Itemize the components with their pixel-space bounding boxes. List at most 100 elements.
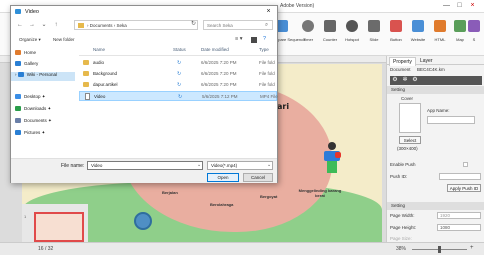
new-folder-button[interactable]: New folder — [53, 37, 75, 42]
page-indicator: 16 / 32 — [38, 246, 54, 252]
enable-push-checkbox[interactable] — [463, 162, 468, 167]
maximize-button[interactable]: □ — [453, 1, 466, 11]
file-date: 5/6/2025 7:12 PM — [202, 94, 238, 99]
cog-icon[interactable]: ⚙ — [410, 76, 420, 85]
documents-icon — [15, 118, 21, 123]
organize-button[interactable]: Organize ▾ — [19, 37, 41, 43]
sidebar-item-desktop[interactable]: Desktop ✦ — [15, 94, 46, 100]
ribbon-slide-button[interactable]: Slide — [364, 16, 384, 52]
preview-pane-icon[interactable] — [251, 37, 257, 43]
file-list: Name Status Date modified Type audio ↻ 6… — [79, 46, 278, 158]
video-file-icon — [85, 93, 90, 100]
file-name: Video — [94, 94, 106, 99]
address-bar[interactable]: › Documents › Seka ⌄ — [74, 20, 245, 30]
minimize-button[interactable]: — — [440, 1, 453, 11]
chevron-down-icon[interactable]: ⌄ — [197, 162, 201, 168]
column-header-type[interactable]: Type — [259, 47, 269, 52]
column-header-date[interactable]: Date modified — [201, 47, 229, 52]
chevron-down-icon[interactable]: ⌄ — [267, 162, 271, 168]
file-type: File fold — [259, 82, 275, 87]
page-height-input[interactable]: 1080 — [437, 224, 481, 231]
select-button[interactable]: Select — [399, 136, 421, 144]
file-type-select[interactable]: Video(*.mp4) — [207, 161, 273, 170]
sidebar-item-home[interactable]: Home — [15, 50, 36, 55]
pin-icon: ✦ — [41, 130, 46, 135]
ribbon-website-button[interactable]: Website — [408, 16, 428, 52]
app-name-label: App Name: — [427, 108, 450, 113]
apply-push-button[interactable]: Apply Push ID — [447, 184, 481, 192]
cover-image-box[interactable] — [399, 103, 421, 133]
column-header-name[interactable]: Name — [93, 47, 105, 52]
cancel-button[interactable]: Cancel — [243, 173, 273, 182]
document-value: BEC4C4K.km — [417, 67, 445, 72]
file-name-input[interactable]: Video — [87, 161, 203, 170]
ribbon-button-button[interactable]: Button — [386, 16, 406, 52]
file-row-selected[interactable]: Video ↻ 5/6/2025 7:12 PM MP4 File — [79, 91, 278, 101]
sync-icon: ↻ — [178, 94, 183, 100]
push-id-input[interactable] — [439, 173, 481, 180]
slide-thumbnail[interactable] — [34, 212, 84, 242]
setting-header[interactable]: Setting — [387, 202, 484, 210]
document-label: Document — [390, 67, 411, 72]
gear-icon[interactable]: ⚙ — [390, 76, 400, 85]
thumbnail-number: 1 — [24, 214, 27, 219]
sync-icon: ↻ — [177, 71, 182, 77]
downloads-icon — [15, 106, 21, 111]
settings-icon[interactable]: ✲ — [400, 76, 410, 85]
forward-icon[interactable]: → — [28, 21, 36, 29]
dialog-title: Video — [25, 9, 39, 15]
page-size-label: Page Size: — [390, 236, 412, 241]
website-icon — [412, 20, 424, 32]
ribbon-timer-button[interactable]: Timer — [298, 16, 318, 52]
address-path[interactable]: › Documents › Seka — [87, 23, 127, 28]
help-icon[interactable]: ? — [263, 36, 266, 42]
recent-chevron-icon[interactable]: ⌄ — [40, 21, 48, 29]
ribbon-counter-button[interactable]: Counter — [320, 16, 340, 52]
close-button[interactable]: × — [466, 1, 479, 11]
file-row[interactable]: Background ↻ 6/6/2025 7:20 PM File fold — [79, 69, 277, 79]
sidebar-item-pictures[interactable]: Pictures ✦ — [15, 130, 45, 136]
tab-property[interactable]: Property — [389, 57, 416, 66]
page-height-label: Page Height: — [390, 225, 417, 230]
dialog-close-button[interactable]: × — [263, 7, 274, 16]
ribbon-shape-button[interactable]: S — [466, 16, 482, 52]
thumbnail-strip: 1 — [22, 204, 88, 242]
sidebar-item-gallery[interactable]: Gallery — [15, 61, 38, 66]
refresh-icon[interactable]: ↻ — [191, 20, 196, 27]
slide-label[interactable]: Berolahraga — [210, 202, 233, 207]
sidebar-item-wiki-personal[interactable]: › Wiki - Personal — [11, 72, 75, 81]
slide-label[interactable]: Bergoyat — [260, 194, 277, 199]
file-row[interactable]: dapur.artikel ↻ 6/6/2025 7:20 PM File fo… — [79, 80, 277, 90]
cloud-icon — [17, 72, 24, 77]
app-name-input[interactable] — [427, 116, 475, 124]
sidebar-item-downloads[interactable]: Downloads ✦ — [15, 106, 51, 112]
button-icon — [390, 20, 402, 32]
dialog-footer: File name: Video ⌄ Video(*.mp4) ⌄ Open C… — [11, 158, 277, 183]
sidebar-item-documents[interactable]: Documents ✦ — [15, 118, 52, 124]
tab-layer[interactable]: Layer — [417, 57, 436, 65]
ribbon-html-button[interactable]: HTML — [430, 16, 450, 52]
timer-icon — [302, 20, 314, 32]
up-icon[interactable]: ↑ — [52, 21, 60, 29]
pin-icon: ✦ — [47, 106, 52, 111]
file-date: 6/6/2025 7:20 PM — [201, 71, 237, 76]
view-options-icon[interactable]: ≡ ▾ — [235, 36, 243, 42]
file-row[interactable]: audio ↻ 6/6/2025 7:20 PM File fold — [79, 58, 277, 68]
back-icon[interactable]: ← — [16, 21, 24, 29]
page-width-input[interactable]: 1920 — [437, 212, 481, 219]
ribbon-hotspot-button[interactable]: Hotspot — [342, 16, 362, 52]
zoom-level: 38% — [396, 246, 407, 252]
open-button[interactable]: Open — [207, 173, 239, 182]
properties-panel: Property Layer Document BEC4C4K.km ⚙ ✲ ⚙ S… — [386, 56, 484, 242]
slide-label[interactable]: Menggelinding barang berat — [298, 188, 342, 198]
robot-figure[interactable] — [322, 142, 342, 176]
zoom-in-button[interactable]: + — [470, 245, 474, 251]
setting-header[interactable]: Setting — [387, 86, 484, 94]
hotspot-icon — [346, 20, 358, 32]
search-input[interactable]: Search Seka ⌕ — [203, 20, 273, 30]
slide-label[interactable]: Berjalan — [162, 190, 178, 195]
column-header-status[interactable]: Status — [173, 47, 186, 52]
sync-icon: ↻ — [177, 82, 182, 88]
play-icon[interactable] — [134, 212, 152, 230]
zoom-slider-handle[interactable] — [438, 246, 441, 253]
